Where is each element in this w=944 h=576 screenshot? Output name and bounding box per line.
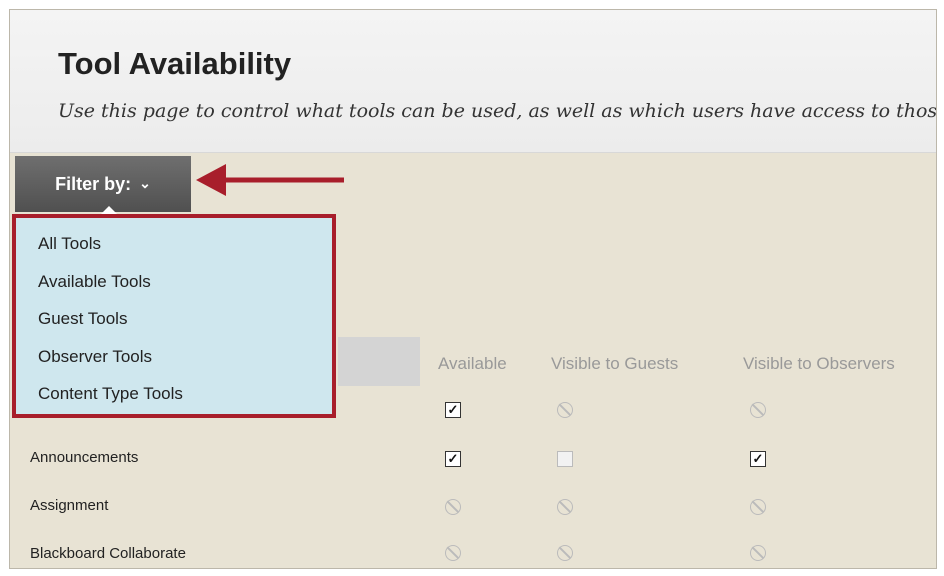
not-allowed-icon: [750, 545, 766, 561]
not-allowed-icon: [557, 499, 573, 515]
not-allowed-icon: [445, 545, 461, 561]
chevron-down-icon: ⌄: [139, 174, 151, 191]
available-checkbox[interactable]: ✓: [445, 402, 461, 418]
column-header-strip: [338, 337, 420, 386]
guests-checkbox-disabled: [557, 451, 573, 467]
page-subtitle: Use this page to control what tools can …: [58, 100, 936, 122]
menu-item-content-type-tools[interactable]: Content Type Tools: [38, 380, 332, 418]
annotation-arrow-icon: [196, 164, 344, 196]
not-allowed-icon: [557, 545, 573, 561]
menu-item-guest-tools[interactable]: Guest Tools: [38, 305, 332, 343]
available-checkbox[interactable]: ✓: [445, 451, 461, 467]
not-allowed-icon: [557, 402, 573, 418]
not-allowed-icon: [750, 402, 766, 418]
filter-dropdown-menu: All Tools Available Tools Guest Tools Ob…: [12, 214, 336, 418]
row-label-assignment: Assignment: [30, 497, 109, 514]
filter-by-label: Filter by:: [55, 173, 132, 194]
page-frame: Tool Availability Use this page to contr…: [10, 10, 936, 568]
column-header-visible-to-guests[interactable]: Visible to Guests: [551, 354, 678, 374]
page-header: Tool Availability Use this page to contr…: [10, 10, 936, 153]
menu-item-all-tools[interactable]: All Tools: [38, 230, 332, 268]
observers-checkbox[interactable]: ✓: [750, 451, 766, 467]
menu-item-available-tools[interactable]: Available Tools: [38, 268, 332, 306]
row-label-announcements: Announcements: [30, 449, 139, 466]
row-label-blackboard-collaborate: Blackboard Collaborate: [30, 545, 186, 562]
page-title: Tool Availability: [58, 46, 292, 81]
not-allowed-icon: [445, 499, 461, 515]
column-header-visible-to-observers[interactable]: Visible to Observers: [743, 354, 895, 374]
column-header-available[interactable]: Available: [438, 354, 507, 374]
menu-item-observer-tools[interactable]: Observer Tools: [38, 343, 332, 381]
not-allowed-icon: [750, 499, 766, 515]
filter-by-button[interactable]: Filter by: ⌄: [15, 156, 191, 212]
